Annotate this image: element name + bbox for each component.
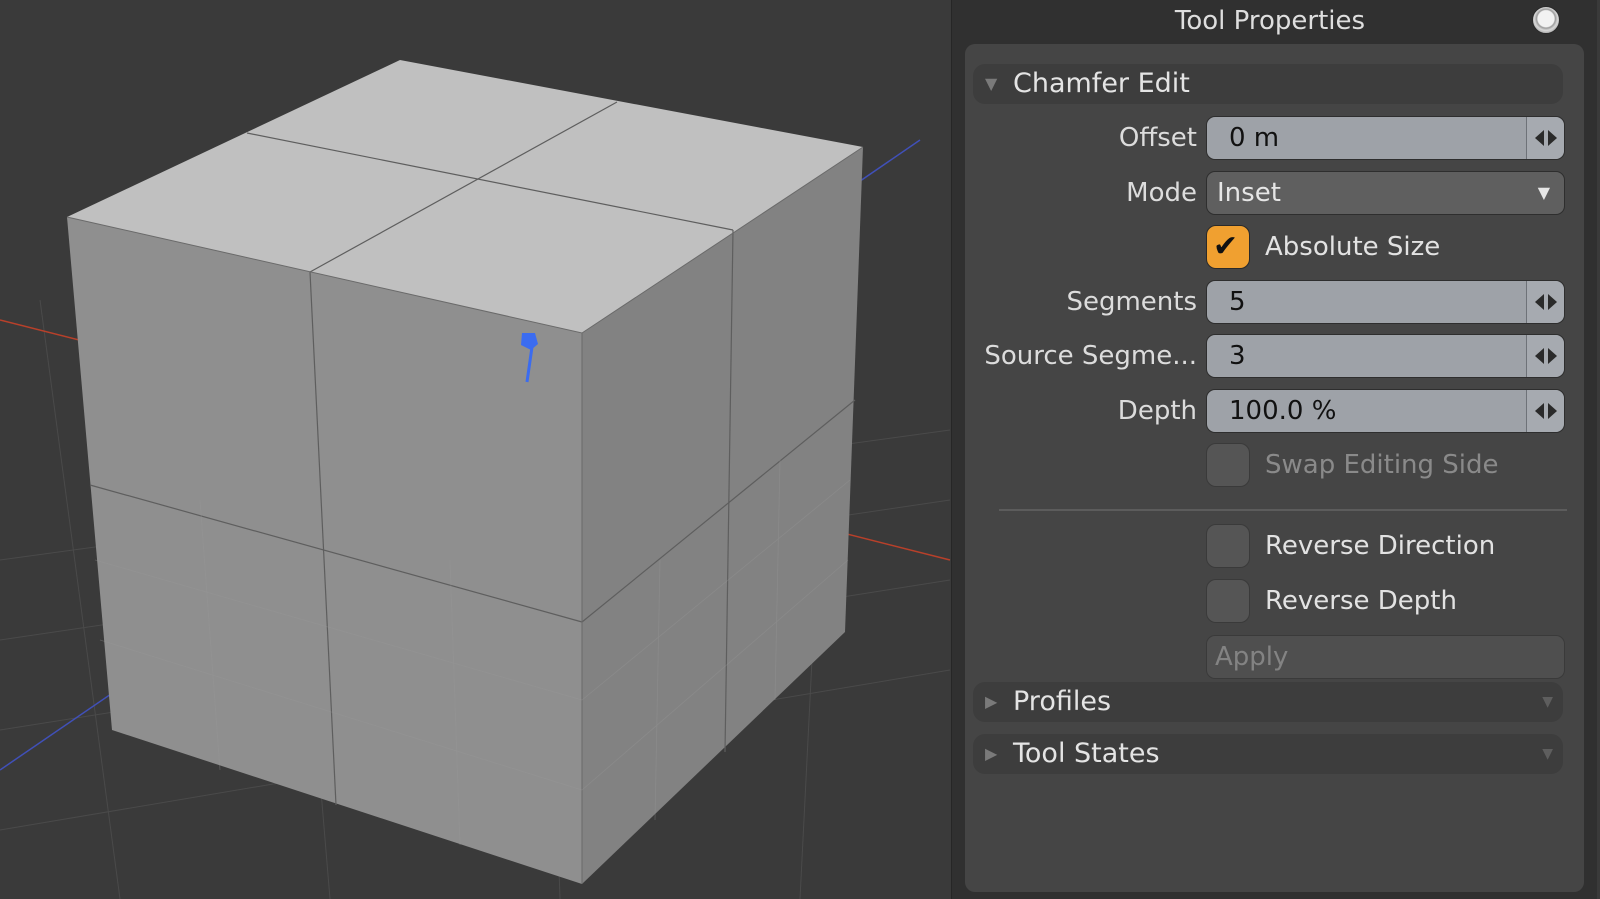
swap-editing-side-label: Swap Editing Side bbox=[1265, 450, 1499, 480]
segments-value: 5 bbox=[1229, 287, 1246, 317]
checkmark-icon: ✔ bbox=[1213, 229, 1239, 264]
triangle-down-icon: ▼ bbox=[985, 74, 998, 93]
triangle-right-icon: ▶ bbox=[985, 744, 998, 763]
mode-dropdown[interactable]: Inset ▼ bbox=[1206, 171, 1565, 215]
reverse-direction-checkbox[interactable] bbox=[1206, 524, 1250, 568]
reverse-direction-label: Reverse Direction bbox=[1265, 531, 1496, 561]
depth-label: Depth bbox=[1117, 396, 1197, 426]
section-header-profiles[interactable]: ▶ Profiles ▼ bbox=[973, 682, 1563, 722]
spin-arrows-icon[interactable] bbox=[1526, 335, 1564, 377]
reverse-depth-checkbox[interactable] bbox=[1206, 579, 1250, 623]
tool-properties-panel: Tool Properties ▼ Chamfer Edit Offset 0 … bbox=[951, 0, 1597, 899]
chevron-down-icon: ▼ bbox=[1542, 746, 1553, 762]
absolute-size-label: Absolute Size bbox=[1265, 232, 1441, 262]
mode-value: Inset bbox=[1217, 178, 1281, 208]
depth-field[interactable]: 100.0 % bbox=[1206, 389, 1565, 433]
circle-button-icon[interactable] bbox=[1532, 6, 1560, 34]
section-title: Chamfer Edit bbox=[1013, 68, 1190, 99]
panel-body: ▼ Chamfer Edit Offset 0 m Mode Inset ▼ ✔… bbox=[965, 44, 1584, 892]
triangle-right-icon: ▶ bbox=[985, 692, 998, 711]
section-divider bbox=[999, 509, 1567, 511]
mode-label: Mode bbox=[1126, 178, 1197, 208]
swap-editing-side-checkbox[interactable] bbox=[1206, 443, 1250, 487]
depth-value: 100.0 % bbox=[1229, 396, 1337, 426]
section-header-tool-states[interactable]: ▶ Tool States ▼ bbox=[973, 734, 1563, 774]
spin-arrows-icon[interactable] bbox=[1526, 117, 1564, 159]
segments-label: Segments bbox=[1066, 287, 1197, 317]
panel-title: Tool Properties bbox=[1174, 6, 1366, 36]
offset-field[interactable]: 0 m bbox=[1206, 116, 1565, 160]
section-header-chamfer-edit[interactable]: ▼ Chamfer Edit bbox=[973, 64, 1563, 104]
source-segments-label: Source Segme... bbox=[984, 341, 1197, 371]
offset-value: 0 m bbox=[1229, 123, 1280, 153]
source-segments-value: 3 bbox=[1229, 341, 1246, 371]
offset-label: Offset bbox=[1118, 123, 1197, 153]
absolute-size-checkbox[interactable]: ✔ bbox=[1206, 225, 1250, 269]
caret-down-icon: ▼ bbox=[1537, 183, 1550, 202]
section-title: Tool States bbox=[1013, 738, 1160, 769]
section-title: Profiles bbox=[1013, 686, 1112, 717]
segments-field[interactable]: 5 bbox=[1206, 280, 1565, 324]
apply-button[interactable]: Apply bbox=[1206, 635, 1565, 679]
source-segments-field[interactable]: 3 bbox=[1206, 334, 1565, 378]
spin-arrows-icon[interactable] bbox=[1526, 281, 1564, 323]
chevron-down-icon: ▼ bbox=[1542, 694, 1553, 710]
spin-arrows-icon[interactable] bbox=[1526, 390, 1564, 432]
reverse-depth-label: Reverse Depth bbox=[1265, 586, 1457, 616]
